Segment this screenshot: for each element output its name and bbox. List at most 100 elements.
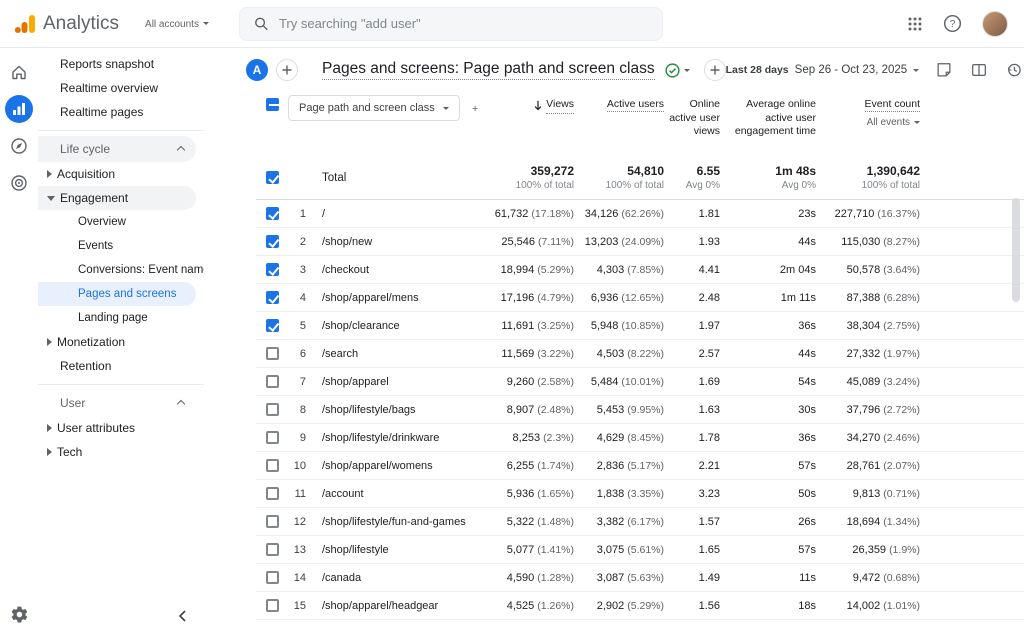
- column-header-online-active-user-views[interactable]: Online active user views: [664, 94, 720, 139]
- collapse-sidenav-button[interactable]: [176, 609, 190, 628]
- sidebar-item-pages-and-screens[interactable]: Pages and screens: [38, 282, 196, 306]
- sidebar-item-label: Pages and screens: [78, 288, 176, 300]
- table-row: 14 /canada 4,590(1.28%) 3,087(5.63%) 1.4…: [256, 564, 1024, 592]
- sidebar-item-tech[interactable]: Tech: [38, 440, 196, 464]
- column-header-avg-engagement-time[interactable]: Average online active user engagement ti…: [720, 94, 816, 139]
- views-cell: 17,196(4.79%): [478, 292, 574, 304]
- notes-button[interactable]: [935, 61, 953, 79]
- event-count-percent: (2.72%): [883, 404, 920, 416]
- total-checkbox[interactable]: [266, 171, 279, 184]
- dimension-selector-label: Page path and screen class: [299, 102, 435, 114]
- report-header: A Pages and screens: Page path and scree…: [204, 48, 1024, 92]
- apps-grid-icon: [907, 16, 923, 32]
- row-checkbox[interactable]: [266, 515, 279, 528]
- sidebar-item-user-attributes[interactable]: User attributes: [38, 416, 196, 440]
- date-range-selector[interactable]: Last 28 days Sep 26 - Oct 23, 2025: [726, 64, 920, 76]
- vertical-scrollbar[interactable]: [1012, 198, 1020, 302]
- advertising-button[interactable]: [5, 169, 33, 197]
- row-checkbox[interactable]: [266, 319, 279, 332]
- sidebar-item-realtime-overview[interactable]: Realtime overview: [38, 76, 196, 100]
- sidebar-item-conversions-event-name[interactable]: Conversions: Event name: [38, 258, 196, 282]
- sidebar-item-realtime-pages[interactable]: Realtime pages: [38, 100, 196, 124]
- sidebar-item-landing-page[interactable]: Landing page: [38, 306, 196, 330]
- add-report-item-button[interactable]: [704, 59, 726, 81]
- home-button[interactable]: [5, 58, 33, 86]
- row-checkbox[interactable]: [266, 599, 279, 612]
- account-selector[interactable]: All accounts: [145, 17, 209, 30]
- event-count-value: 14,002: [847, 600, 881, 612]
- page-path: /: [314, 208, 478, 220]
- table-row: 1 / 61,732(17.18%) 34,126(62.26%) 1.81 2…: [256, 200, 1024, 228]
- sidebar-item-user[interactable]: User: [38, 390, 196, 416]
- active-users-value: 5,948: [591, 320, 619, 332]
- online-active-user-views-value: 2.21: [699, 460, 720, 472]
- views-value: 5,322: [507, 516, 535, 528]
- row-checkbox[interactable]: [266, 487, 279, 500]
- sidebar-item-reports-snapshot[interactable]: Reports snapshot: [38, 52, 196, 76]
- row-checkbox[interactable]: [266, 263, 279, 276]
- sidebar-item-acquisition[interactable]: Acquisition: [38, 162, 196, 186]
- apps-grid-button[interactable]: [907, 16, 923, 32]
- column-header-views[interactable]: Views: [478, 94, 574, 114]
- report-title[interactable]: Pages and screens: Page path and screen …: [322, 60, 655, 80]
- row-index: 7: [288, 376, 314, 388]
- row-checkbox[interactable]: [266, 571, 279, 584]
- active-users-cell: 4,629(8.45%): [574, 432, 664, 444]
- app-body: Reports snapshot Realtime overviewRealtim…: [0, 48, 1024, 640]
- sidebar-item-retention[interactable]: Retention: [38, 354, 196, 378]
- table-row: 2 /shop/new 25,546(7.11%) 13,203(24.09%)…: [256, 228, 1024, 256]
- sidebar-item-life-cycle[interactable]: Life cycle: [38, 136, 196, 162]
- sidebar-item-monetization[interactable]: Monetization: [38, 330, 196, 354]
- help-button[interactable]: ?: [943, 14, 962, 33]
- views-value: 5,936: [507, 488, 535, 500]
- search-input[interactable]: [279, 16, 648, 31]
- online-active-user-views-cell: 2.48: [664, 292, 720, 304]
- home-icon: [9, 62, 29, 82]
- column-header-event-count[interactable]: Event count All events: [816, 94, 920, 129]
- reports-button[interactable]: [5, 95, 33, 123]
- avg-engagement-time-value: 57s: [798, 460, 816, 472]
- row-checkbox[interactable]: [266, 235, 279, 248]
- sidebar-item-label: Reports snapshot: [60, 57, 154, 71]
- admin-settings-button[interactable]: [5, 600, 33, 628]
- row-checkbox[interactable]: [266, 403, 279, 416]
- column-header-active-users[interactable]: Active users: [574, 94, 664, 112]
- dimension-selector[interactable]: Page path and screen class: [288, 95, 460, 121]
- online-active-user-views-cell: 4.41: [664, 264, 720, 276]
- caret-down-icon: [914, 121, 920, 124]
- active-users-cell: 4,303(7.85%): [574, 264, 664, 276]
- sidebar-item-engagement[interactable]: Engagement: [38, 186, 196, 210]
- views-cell: 11,691(3.25%): [478, 320, 574, 332]
- avg-engagement-time-cell: 18s: [720, 600, 816, 612]
- history-button[interactable]: [1005, 61, 1023, 79]
- row-checkbox[interactable]: [266, 459, 279, 472]
- avg-engagement-time-cell: 36s: [720, 432, 816, 444]
- bar-chart-icon: [12, 102, 26, 116]
- caret-down-icon: [203, 22, 209, 25]
- analytics-home-link[interactable]: Analytics: [12, 12, 119, 36]
- comparison-chip[interactable]: A: [246, 59, 268, 81]
- row-checkbox[interactable]: [266, 543, 279, 556]
- table-header: Page path and screen class Views: [256, 92, 1024, 156]
- event-count-filter[interactable]: All events: [816, 116, 920, 129]
- row-index: 4: [288, 292, 314, 304]
- comparison-columns-button[interactable]: [970, 61, 988, 79]
- report-saved-indicator[interactable]: [665, 63, 690, 78]
- sidebar-item-label: Events: [78, 240, 113, 252]
- row-checkbox[interactable]: [266, 291, 279, 304]
- main-content: A Pages and screens: Page path and scree…: [204, 48, 1024, 640]
- explore-button[interactable]: [5, 132, 33, 160]
- sidebar-item-events[interactable]: Events: [38, 234, 196, 258]
- views-percent: (5.29%): [537, 264, 574, 276]
- row-checkbox[interactable]: [266, 431, 279, 444]
- user-avatar[interactable]: [982, 11, 1008, 37]
- online-active-user-views-cell: 1.49: [664, 572, 720, 584]
- page-path: /shop/lifestyle/fun-and-games: [314, 516, 478, 528]
- search-bar[interactable]: [239, 7, 663, 41]
- row-checkbox[interactable]: [266, 375, 279, 388]
- row-checkbox[interactable]: [266, 347, 279, 360]
- select-all-checkbox[interactable]: [266, 98, 279, 111]
- add-comparison-button[interactable]: [276, 59, 298, 81]
- sidebar-item-overview[interactable]: Overview: [38, 210, 196, 234]
- row-checkbox[interactable]: [266, 207, 279, 220]
